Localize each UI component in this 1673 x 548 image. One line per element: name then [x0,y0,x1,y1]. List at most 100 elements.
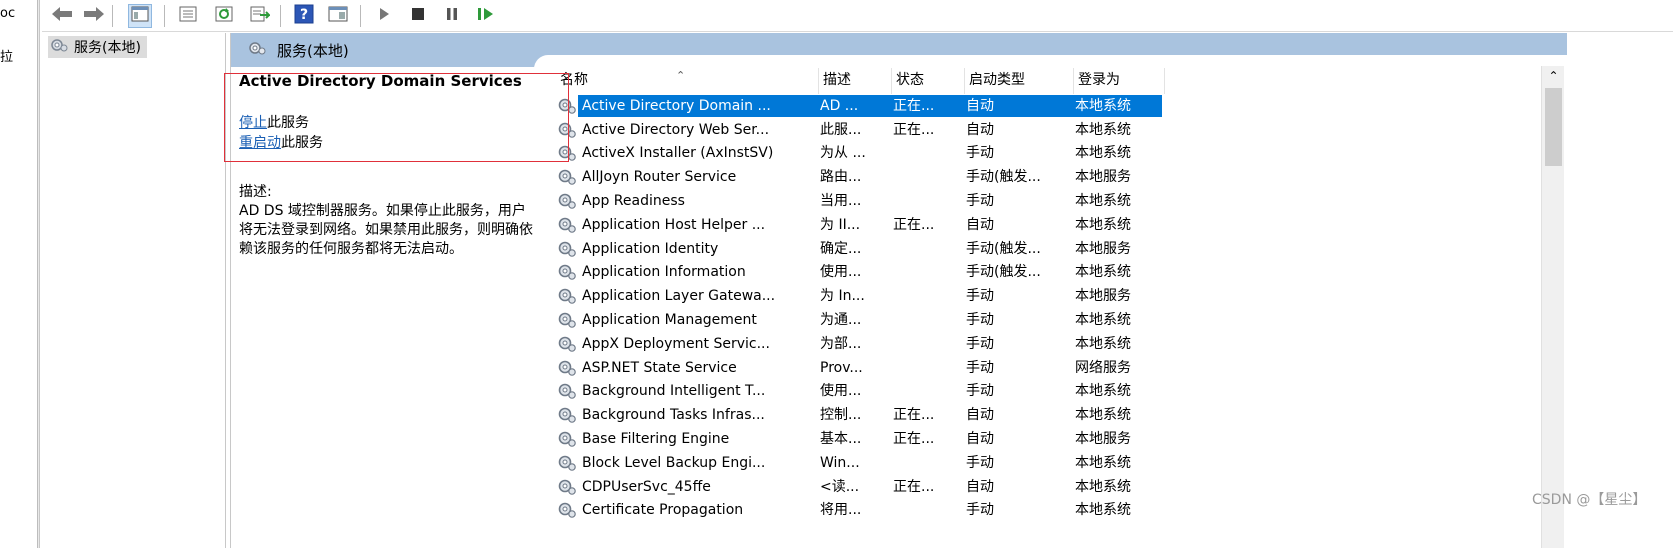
service-row[interactable]: AllJoyn Router Service 路由... 手动(触发... 本地服务 [556,165,1162,189]
service-logon-as: 本地系统 [1075,193,1131,210]
column-header-name[interactable]: ⌃ 名称 [556,68,819,94]
forward-button[interactable] [82,4,106,28]
service-logon-as: 本地系统 [1075,407,1131,424]
service-status: 正在... [893,121,935,138]
column-header-startup-type[interactable]: 启动类型 [965,68,1074,94]
vertical-scrollbar[interactable]: ⌃ [1541,66,1564,548]
scroll-thumb[interactable] [1545,88,1562,166]
service-row[interactable]: CDPUserSvc_45ffe <读... 正在... 自动 本地系统 [556,475,1162,499]
service-logon-as: 本地服务 [1075,288,1131,305]
service-name: Active Directory Domain ... [578,94,816,117]
service-row[interactable]: Application Information 使用... 手动(触发... 本地系统 [556,261,1162,285]
service-name-cell: AppX Deployment Servic... [556,333,816,355]
column-header-description[interactable]: 描述 [819,68,892,94]
back-arrow-icon [51,6,73,26]
properties-button[interactable] [176,4,200,28]
service-description: Prov... [820,359,863,376]
start-service-icon [378,7,390,25]
tree-item-services-local[interactable]: 服务(本地) [48,36,147,58]
scroll-up-icon[interactable]: ⌃ [1542,66,1565,86]
column-header-logon-as[interactable]: 登录为 [1074,68,1165,94]
services-list-header: ⌃ 名称 描述 状态 启动类型 登录为 [556,68,1165,94]
service-row[interactable]: Application Layer Gatewa... 为 In... 手动 本地服务 [556,284,1162,308]
refresh-button[interactable] [212,4,236,28]
export-list-button[interactable] [248,4,272,28]
service-logon-as: 本地系统 [1075,312,1131,329]
service-name: AppX Deployment Servic... [582,335,770,352]
service-logon-as: 本地系统 [1075,121,1131,138]
service-gear-icon [556,309,578,331]
column-header-status[interactable]: 状态 [892,68,965,94]
stop-service-button[interactable] [406,4,430,28]
service-status: 正在... [893,431,935,448]
service-startup-type: 自动 [962,94,1071,117]
service-status [889,452,962,474]
service-row[interactable]: AppX Deployment Servic... 为部... 手动 本地系统 [556,332,1162,356]
service-row[interactable]: Application Host Helper ... 为 II... 正在... 自… [556,213,1162,237]
restart-service-action: 重启动此服务 [239,133,539,153]
show-action-pane-icon [328,6,348,26]
restart-service-button[interactable] [474,4,498,28]
show-action-pane-button[interactable] [326,4,350,28]
stop-service-action: 停止此服务 [239,113,539,133]
pane-divider[interactable] [37,0,39,548]
service-row[interactable]: ASP.NET State Service Prov... 手动 网络服务 [556,356,1162,380]
service-name: AllJoyn Router Service [582,169,737,186]
service-startup-type: 手动 [966,145,994,162]
pause-service-button[interactable] [440,4,464,28]
show-console-tree-button[interactable] [128,4,152,28]
service-gear-icon [556,452,578,474]
extended-description-pane: Active Directory Domain Services 停止此服务 重… [239,71,539,259]
service-gear-icon [556,261,578,283]
service-name: App Readiness [582,193,685,210]
service-row[interactable]: Block Level Backup Engi... Win... 手动 本地系统 [556,451,1162,475]
restart-service-link[interactable]: 重启动 [239,135,281,151]
service-gear-icon [556,119,578,141]
service-logon-as: 本地系统 [1075,502,1131,519]
service-row[interactable]: Background Tasks Infras... 控制... 正在... 自动 本地… [556,403,1162,427]
service-row[interactable]: Certificate Propagation 将用... 手动 本地系统 [556,499,1162,523]
service-name-cell: CDPUserSvc_45ffe [556,476,816,498]
service-name-cell: Background Intelligent T... [556,380,816,402]
service-row[interactable]: Base Filtering Engine 基本... 正在... 自动 本地服务 [556,427,1162,451]
service-row[interactable]: Active Directory Web Ser... 此服... 正在... 自动 本… [556,118,1162,142]
service-name: Background Intelligent T... [582,383,766,400]
stop-service-link[interactable]: 停止 [239,115,267,131]
service-description: 使用... [820,264,862,281]
service-gear-icon [556,499,578,521]
service-gear-icon [556,142,578,164]
help-button[interactable]: ? [292,4,316,28]
service-description: 为 In... [820,288,865,305]
service-row[interactable]: ActiveX Installer (AxInstSV) 为从 ... 手动 本地系统 [556,142,1162,166]
service-logon-as: 本地服务 [1075,240,1131,257]
left-strip-text-2: 拉 [0,50,14,65]
service-row[interactable]: Active Directory Domain ... AD ... 正在... 自动… [556,94,1162,118]
refresh-icon [215,6,233,26]
service-row[interactable]: Background Intelligent T... 使用... 手动 本地系统 [556,380,1162,404]
restart-service-suffix: 此服务 [281,135,323,151]
service-row[interactable]: Application Identity 确定... 手动(触发... 本地服务 [556,237,1162,261]
service-startup-type: 手动(触发... [966,264,1041,281]
back-button[interactable] [50,4,74,28]
tree-item-label: 服务(本地) [74,40,141,56]
service-row[interactable]: App Readiness 当用... 手动 本地系统 [556,189,1162,213]
service-name: Block Level Backup Engi... [582,454,766,471]
service-description: AD ... [816,94,889,117]
service-description: 基本... [820,431,862,448]
service-gear-icon [556,357,578,379]
service-startup-type: 手动 [966,502,994,519]
service-name-cell: Background Tasks Infras... [556,404,816,426]
service-status [889,166,962,188]
service-logon-as: 本地服务 [1075,169,1131,186]
restart-service-icon [477,7,495,25]
service-startup-type: 手动 [966,193,994,210]
service-startup-type: 手动 [966,312,994,329]
start-service-button[interactable] [372,4,396,28]
stop-service-suffix: 此服务 [267,115,309,131]
service-name-cell: App Readiness [556,190,816,212]
service-startup-type: 手动(触发... [966,169,1041,186]
service-logon-as: 本地系统 [1075,478,1131,495]
service-startup-type: 自动 [966,407,994,424]
service-name: Certificate Propagation [582,502,744,519]
service-row[interactable]: Application Management 为通... 手动 本地系统 [556,308,1162,332]
